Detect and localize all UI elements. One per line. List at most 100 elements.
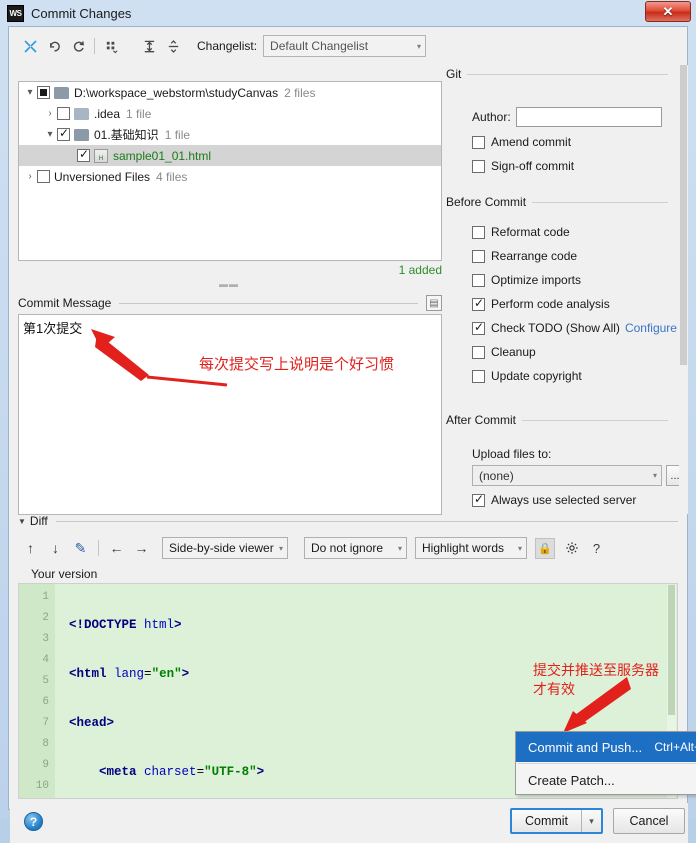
checkbox-box[interactable]	[472, 320, 485, 335]
checkbox-box[interactable]	[472, 249, 485, 263]
optimize-imports-checkbox[interactable]: Optimize imports	[472, 273, 581, 287]
table-row[interactable]: H sample01_01.html	[19, 145, 441, 166]
chevron-down-icon[interactable]: ▾	[581, 810, 601, 832]
edit-source-icon[interactable]: ✎	[68, 537, 93, 559]
author-label: Author:	[472, 110, 511, 124]
table-row[interactable]: › .idea 1 file	[19, 103, 441, 124]
signoff-commit-checkbox[interactable]: Sign-off commit	[472, 159, 574, 173]
message-history-icon[interactable]: ▤	[426, 295, 442, 311]
diff-section-label: Diff	[29, 514, 48, 528]
changelist-label: Changelist:	[197, 39, 258, 53]
rearrange-code-checkbox[interactable]: Rearrange code	[472, 249, 577, 263]
accept-right-icon[interactable]: →	[129, 537, 154, 559]
expand-twisty-icon[interactable]: ›	[23, 171, 37, 182]
collapse-all-icon[interactable]	[161, 35, 185, 57]
lock-icon[interactable]: 🔒	[535, 537, 555, 559]
optimize-imports-label: Optimize imports	[491, 273, 582, 287]
row-checkbox[interactable]	[57, 107, 70, 120]
line-number: 10	[35, 780, 49, 792]
gutter-edge	[55, 584, 69, 798]
changelist-dropdown[interactable]: Default Changelist ▾	[263, 35, 427, 57]
checkbox-box[interactable]	[472, 135, 485, 149]
author-field[interactable]	[516, 107, 662, 127]
chevron-down-icon: ▾	[652, 471, 657, 480]
next-difference-icon[interactable]: ↓	[43, 537, 68, 559]
scrollbar-thumb[interactable]	[668, 585, 675, 715]
row-count: 2 files	[284, 85, 316, 100]
question-icon[interactable]: ?	[24, 812, 43, 831]
configure-link[interactable]: Configure	[625, 321, 677, 335]
commit-context-menu[interactable]: Commit and Push... Ctrl+Alt+ Create Patc…	[515, 731, 696, 795]
expand-twisty-icon[interactable]: ▾	[23, 87, 37, 98]
table-row[interactable]: ▾ D:\workspace_webstorm\studyCanvas 2 fi…	[19, 82, 441, 103]
reformat-code-label: Reformat code	[491, 225, 570, 239]
question-icon[interactable]: ?	[584, 537, 609, 559]
chevron-down-icon: ▾	[397, 543, 402, 553]
scrollbar-thumb[interactable]	[680, 65, 687, 365]
gear-icon[interactable]	[559, 537, 584, 559]
checkbox-box[interactable]	[472, 225, 485, 239]
line-number: 7	[42, 717, 49, 729]
commit-message-input[interactable]: 第1次提交	[18, 314, 442, 515]
always-use-server-checkbox[interactable]: Always use selected server	[472, 492, 636, 507]
options-scrollbar[interactable]	[679, 65, 688, 514]
reformat-code-checkbox[interactable]: Reformat code	[472, 225, 570, 239]
checkbox-box[interactable]	[472, 369, 485, 383]
refresh-icon[interactable]	[66, 35, 90, 57]
checkbox-box[interactable]	[472, 492, 485, 507]
ignore-mode-dropdown[interactable]: Do not ignore ▾	[304, 537, 407, 559]
annotation-text-1: 每次提交写上说明是个好习惯	[199, 356, 395, 373]
show-diff-icon[interactable]	[18, 35, 42, 57]
dialog-footer: ? Commit ▾ Cancel	[10, 803, 688, 843]
upload-server-dropdown[interactable]: (none) ▾	[472, 465, 662, 486]
git-group-header: Git	[446, 67, 668, 81]
line-number-gutter: 1 2 3 4 5 6 7 8 9 10	[19, 584, 55, 798]
commit-button[interactable]: Commit ▾	[510, 808, 603, 834]
expand-twisty-icon[interactable]: ▾	[43, 129, 57, 140]
commit-message-value: 第1次提交	[23, 321, 83, 336]
table-row[interactable]: › Unversioned Files 4 files	[19, 166, 441, 187]
html-file-icon: H	[94, 148, 108, 163]
revert-icon[interactable]	[42, 35, 66, 57]
row-checkbox[interactable]	[37, 170, 50, 183]
cleanup-checkbox[interactable]: Cleanup	[472, 345, 536, 359]
highlight-mode-value: Highlight words	[422, 541, 505, 555]
row-checkbox[interactable]	[37, 86, 50, 99]
folder-icon	[74, 107, 89, 120]
menu-item-commit-and-push[interactable]: Commit and Push... Ctrl+Alt+	[516, 732, 696, 762]
check-todo-checkbox[interactable]: Check TODO (Show All) Configure	[472, 320, 677, 335]
update-copyright-checkbox[interactable]: Update copyright	[472, 369, 582, 383]
rearrange-code-label: Rearrange code	[491, 249, 578, 263]
cancel-button[interactable]: Cancel	[613, 808, 685, 834]
expand-twisty-icon[interactable]: ›	[43, 108, 57, 119]
amend-commit-checkbox[interactable]: Amend commit	[472, 135, 571, 149]
expand-all-icon[interactable]	[137, 35, 161, 57]
cleanup-label: Cleanup	[491, 345, 536, 359]
checkbox-box[interactable]	[472, 296, 485, 311]
group-by-icon[interactable]	[99, 35, 123, 57]
chevron-down-icon[interactable]: ▼	[18, 517, 26, 526]
checkbox-box[interactable]	[472, 345, 485, 359]
ignore-mode-value: Do not ignore	[311, 541, 384, 555]
row-count: 1 file	[126, 106, 152, 121]
highlight-mode-dropdown[interactable]: Highlight words ▾	[415, 537, 527, 559]
line-number: 1	[42, 591, 49, 603]
changed-files-tree[interactable]: ▾ D:\workspace_webstorm\studyCanvas 2 fi…	[18, 81, 442, 261]
row-checkbox[interactable]	[57, 126, 70, 141]
splitter-handle[interactable]: ▬▬	[199, 279, 259, 289]
row-checkbox[interactable]	[77, 147, 90, 162]
toolbar-separator-2	[127, 38, 133, 54]
diff-section-header[interactable]: ▼ Diff	[18, 513, 678, 529]
checkbox-box[interactable]	[472, 273, 485, 287]
menu-item-create-patch[interactable]: Create Patch...	[516, 765, 696, 795]
close-icon[interactable]: ✕	[645, 1, 691, 22]
perform-code-analysis-checkbox[interactable]: Perform code analysis	[472, 296, 610, 311]
previous-difference-icon[interactable]: ↑	[18, 537, 43, 559]
viewer-mode-dropdown[interactable]: Side-by-side viewer ▾	[162, 537, 288, 559]
chevron-down-icon: ▾	[417, 41, 422, 51]
table-row[interactable]: ▾ 01.基础知识 1 file	[19, 124, 441, 145]
check-todo-label: Check TODO (Show All)	[491, 321, 620, 335]
checkbox-box[interactable]	[472, 159, 485, 173]
accept-left-icon[interactable]: ←	[104, 537, 129, 559]
signoff-commit-label: Sign-off commit	[491, 159, 575, 173]
